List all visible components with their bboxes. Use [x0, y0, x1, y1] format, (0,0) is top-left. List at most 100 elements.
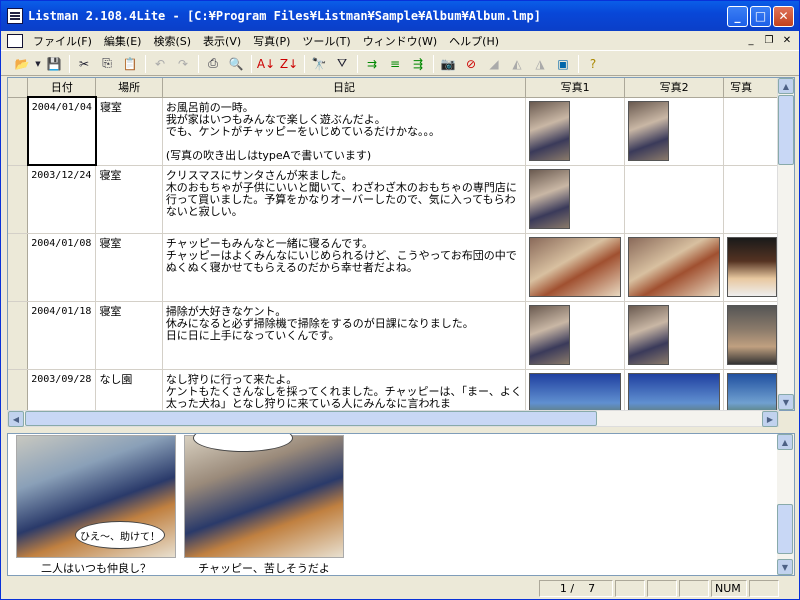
- photo1-cell[interactable]: [525, 97, 626, 166]
- title-bar[interactable]: Listman 2.108.4Lite - [C:¥Program Files¥…: [1, 1, 799, 31]
- scroll-left-button[interactable]: ◀: [8, 411, 24, 427]
- place-cell[interactable]: 寝室: [95, 165, 163, 234]
- scroll-thumb[interactable]: [778, 95, 794, 165]
- scroll-up-button[interactable]: ▲: [778, 78, 794, 94]
- filter-icon[interactable]: ⛛: [331, 54, 353, 74]
- scroll-thumb[interactable]: [777, 504, 793, 554]
- photo-thumbnail[interactable]: [529, 372, 622, 410]
- row-header[interactable]: [8, 97, 29, 166]
- camera-delete-icon[interactable]: ⊘: [460, 54, 482, 74]
- preview-photo[interactable]: [184, 434, 344, 558]
- scroll-down-button[interactable]: ▼: [778, 394, 794, 410]
- photo-thumbnail[interactable]: [529, 100, 571, 161]
- help-icon[interactable]: ?: [582, 54, 604, 74]
- photo-thumbnail[interactable]: [727, 304, 778, 365]
- diary-cell[interactable]: なし狩りに行って来たよ。 ケントもたくさんなしを採ってくれました。チャッピーは、…: [162, 369, 527, 410]
- photo-tool-icon[interactable]: ◢: [483, 54, 505, 74]
- close-button[interactable]: ✕: [773, 5, 794, 27]
- photo-thumbnail[interactable]: [727, 236, 778, 297]
- mdi-minimize-button[interactable]: _: [743, 34, 759, 48]
- row-header[interactable]: [8, 369, 29, 410]
- maximize-button[interactable]: □: [750, 5, 771, 27]
- scroll-down-button[interactable]: ▼: [777, 559, 793, 575]
- column-header-diary[interactable]: 日記: [162, 78, 527, 98]
- photo-thumbnail[interactable]: [727, 372, 778, 410]
- menu-window[interactable]: ウィンドウ(W): [357, 33, 443, 49]
- scroll-up-button[interactable]: ▲: [777, 434, 793, 450]
- place-cell[interactable]: なし園: [95, 369, 163, 410]
- mdi-restore-button[interactable]: ❐: [761, 34, 777, 48]
- photo1-cell[interactable]: [525, 233, 626, 302]
- photo2-cell[interactable]: [624, 233, 725, 302]
- column-header-photo1[interactable]: 写真1: [525, 78, 626, 98]
- diary-cell[interactable]: クリスマスにサンタさんが来ました。 木のおもちゃが子供にいいと聞いて、わざわざ木…: [162, 165, 527, 234]
- place-cell[interactable]: 寝室: [95, 233, 163, 302]
- align-icon[interactable]: ≡: [384, 54, 406, 74]
- photo-rotate-right-icon[interactable]: ◮: [529, 54, 551, 74]
- row-header[interactable]: [8, 233, 29, 302]
- insert-column-icon[interactable]: ⇉: [361, 54, 383, 74]
- column-header-photo2[interactable]: 写真2: [624, 78, 725, 98]
- diary-cell[interactable]: 掃除が大好きなケント。 休みになると必ず掃除機で掃除をするのが日課になりました。…: [162, 301, 527, 370]
- menu-search[interactable]: 検索(S): [147, 33, 197, 49]
- date-cell[interactable]: 2004/01/18: [27, 301, 97, 370]
- column-header-date[interactable]: 日付: [27, 78, 97, 98]
- image-icon[interactable]: ▣: [552, 54, 574, 74]
- dropdown-arrow-icon[interactable]: ▼: [34, 54, 42, 74]
- photo1-cell[interactable]: [525, 369, 626, 410]
- photo-thumbnail[interactable]: [628, 372, 721, 410]
- menu-photo[interactable]: 写真(P): [247, 33, 296, 49]
- scroll-thumb[interactable]: [25, 411, 597, 426]
- photo2-cell[interactable]: [624, 369, 725, 410]
- undo-icon[interactable]: ↶: [149, 54, 171, 74]
- move-icon[interactable]: ⇶: [407, 54, 429, 74]
- photo2-cell[interactable]: [624, 97, 725, 166]
- photo-thumbnail[interactable]: [529, 304, 571, 365]
- photo2-cell[interactable]: [624, 301, 725, 370]
- preview-icon[interactable]: 🔍: [225, 54, 247, 74]
- mdi-close-button[interactable]: ✕: [779, 34, 795, 48]
- save-icon[interactable]: 💾: [43, 54, 65, 74]
- camera-icon[interactable]: 📷: [437, 54, 459, 74]
- cut-icon[interactable]: ✂: [73, 54, 95, 74]
- diary-cell[interactable]: チャッピーもみんなと一緒に寝るんです。 チャッピーはよくみんなにいじめられるけど…: [162, 233, 527, 302]
- sort-desc-icon[interactable]: Z↓: [278, 54, 300, 74]
- menu-file[interactable]: ファイル(F): [27, 33, 98, 49]
- table-row[interactable]: 2003/12/24 寝室 クリスマスにサンタさんが来ました。 木のおもちゃが子…: [8, 165, 794, 234]
- grid-vertical-scrollbar[interactable]: ▲ ▼: [777, 78, 794, 410]
- print-icon[interactable]: ⎙: [202, 54, 224, 74]
- date-cell[interactable]: 2003/12/24: [27, 165, 97, 234]
- sort-asc-icon[interactable]: A↓: [255, 54, 277, 74]
- menu-tool[interactable]: ツール(T): [296, 33, 356, 49]
- document-icon[interactable]: [7, 33, 23, 48]
- table-row[interactable]: 2004/01/04 寝室 お風呂前の一時。 我が家はいつもみんなで楽しく遊ぶん…: [8, 96, 794, 166]
- menu-help[interactable]: ヘルプ(H): [443, 33, 505, 49]
- place-cell[interactable]: 寝室: [95, 301, 163, 370]
- date-cell[interactable]: 2004/01/04: [26, 96, 97, 166]
- photo-thumbnail[interactable]: [529, 168, 571, 229]
- preview-photo[interactable]: ひえ～、助けて！: [16, 435, 176, 558]
- photo-thumbnail[interactable]: [628, 304, 670, 365]
- photo-thumbnail[interactable]: [628, 100, 670, 161]
- row-header[interactable]: [8, 165, 29, 234]
- menu-view[interactable]: 表示(V): [197, 33, 247, 49]
- table-row[interactable]: 2004/01/08 寝室 チャッピーもみんなと一緒に寝るんです。 チャッピーは…: [8, 233, 794, 302]
- table-row[interactable]: 2003/09/28 なし園 なし狩りに行って来たよ。 ケントもたくさんなしを採…: [8, 369, 794, 410]
- redo-icon[interactable]: ↷: [172, 54, 194, 74]
- grid-horizontal-scrollbar[interactable]: ◀ ▶: [7, 410, 779, 427]
- date-cell[interactable]: 2004/01/08: [27, 233, 97, 302]
- corner-cell[interactable]: [8, 78, 29, 98]
- open-icon[interactable]: 📂: [11, 54, 33, 74]
- diary-cell[interactable]: お風呂前の一時。 我が家はいつもみんなで楽しく遊ぶんだよ。 でも、ケントがチャッ…: [162, 97, 527, 166]
- photo1-cell[interactable]: [525, 165, 626, 234]
- date-cell[interactable]: 2003/09/28: [27, 369, 97, 410]
- app-icon[interactable]: [7, 8, 23, 24]
- paste-icon[interactable]: 📋: [119, 54, 141, 74]
- place-cell[interactable]: 寝室: [95, 97, 163, 166]
- menu-edit[interactable]: 編集(E): [98, 33, 148, 49]
- table-row[interactable]: 2004/01/18 寝室 掃除が大好きなケント。 休みになると必ず掃除機で掃除…: [8, 301, 794, 370]
- find-icon[interactable]: 🔭: [308, 54, 330, 74]
- column-header-place[interactable]: 場所: [95, 78, 163, 98]
- photo-rotate-left-icon[interactable]: ◭: [506, 54, 528, 74]
- photo-thumbnail[interactable]: [529, 236, 622, 297]
